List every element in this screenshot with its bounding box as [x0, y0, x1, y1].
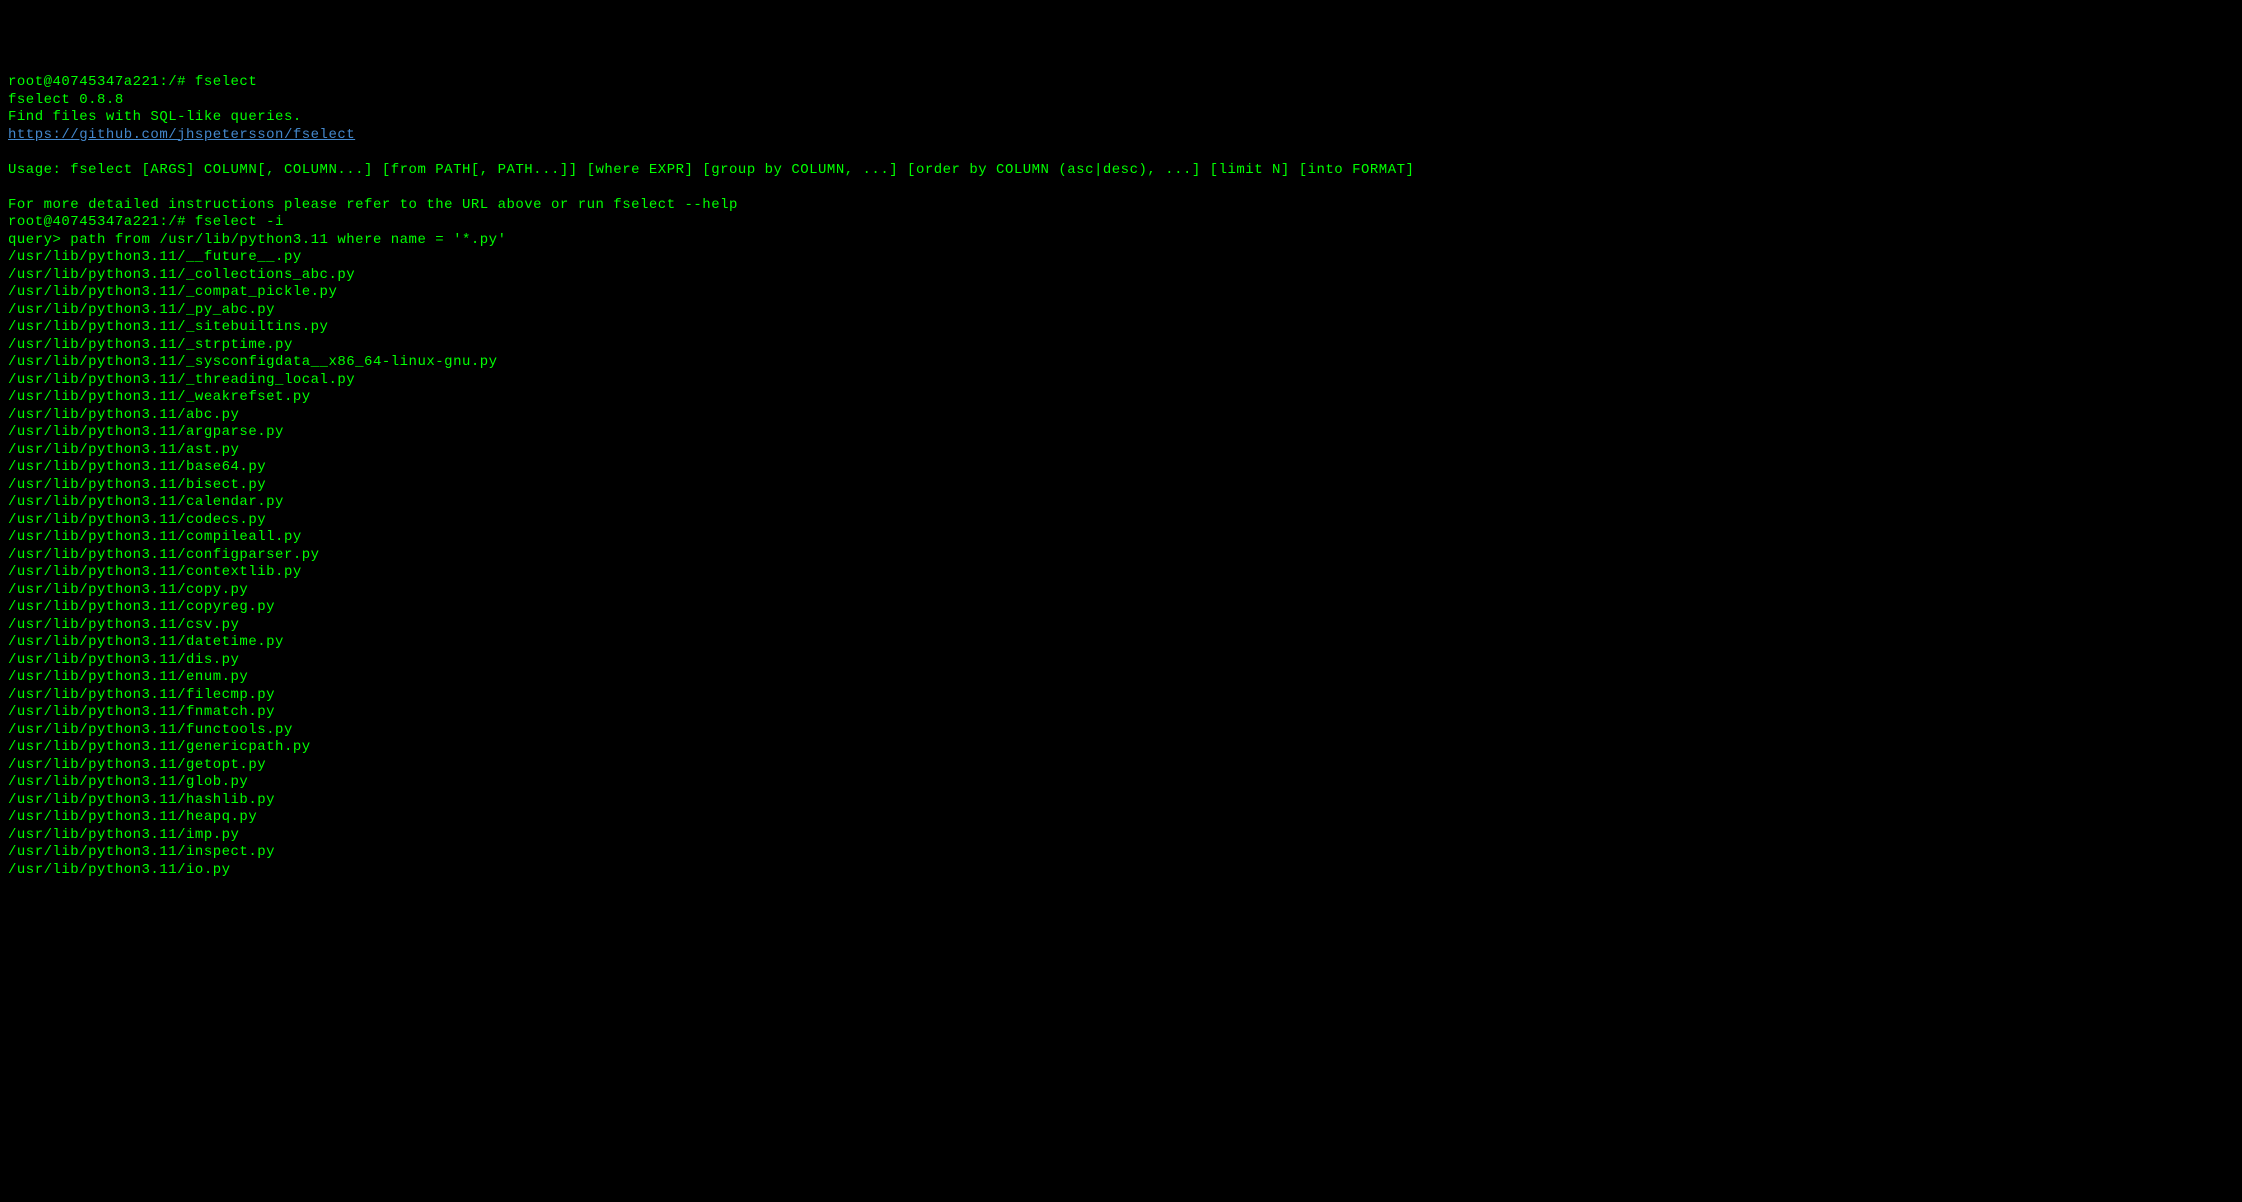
terminal-line: /usr/lib/python3.11/inspect.py: [8, 844, 2234, 862]
terminal-line: /usr/lib/python3.11/genericpath.py: [8, 739, 2234, 757]
terminal-line: /usr/lib/python3.11/codecs.py: [8, 512, 2234, 530]
terminal-line: /usr/lib/python3.11/datetime.py: [8, 634, 2234, 652]
terminal-line: root@40745347a221:/# fselect -i: [8, 214, 2234, 232]
terminal-line: /usr/lib/python3.11/dis.py: [8, 652, 2234, 670]
terminal-line: /usr/lib/python3.11/_threading_local.py: [8, 372, 2234, 390]
terminal-line: /usr/lib/python3.11/imp.py: [8, 827, 2234, 845]
terminal-line: /usr/lib/python3.11/configparser.py: [8, 547, 2234, 565]
terminal-line: /usr/lib/python3.11/copyreg.py: [8, 599, 2234, 617]
terminal-line: /usr/lib/python3.11/_strptime.py: [8, 337, 2234, 355]
terminal-line: /usr/lib/python3.11/bisect.py: [8, 477, 2234, 495]
terminal-line: /usr/lib/python3.11/io.py: [8, 862, 2234, 880]
terminal-line: fselect 0.8.8: [8, 92, 2234, 110]
terminal-line: /usr/lib/python3.11/getopt.py: [8, 757, 2234, 775]
terminal-line: /usr/lib/python3.11/calendar.py: [8, 494, 2234, 512]
github-link[interactable]: https://github.com/jhspetersson/fselect: [8, 127, 355, 143]
terminal-line: /usr/lib/python3.11/_sysconfigdata__x86_…: [8, 354, 2234, 372]
terminal-line: /usr/lib/python3.11/hashlib.py: [8, 792, 2234, 810]
terminal-line: /usr/lib/python3.11/heapq.py: [8, 809, 2234, 827]
terminal-line: /usr/lib/python3.11/fnmatch.py: [8, 704, 2234, 722]
terminal-line: /usr/lib/python3.11/compileall.py: [8, 529, 2234, 547]
terminal-line: /usr/lib/python3.11/copy.py: [8, 582, 2234, 600]
terminal-line: /usr/lib/python3.11/_collections_abc.py: [8, 267, 2234, 285]
terminal-line: /usr/lib/python3.11/filecmp.py: [8, 687, 2234, 705]
terminal-line: /usr/lib/python3.11/contextlib.py: [8, 564, 2234, 582]
terminal-line: /usr/lib/python3.11/enum.py: [8, 669, 2234, 687]
terminal-line: /usr/lib/python3.11/_sitebuiltins.py: [8, 319, 2234, 337]
terminal-output[interactable]: root@40745347a221:/# fselectfselect 0.8.…: [8, 74, 2234, 879]
terminal-line: /usr/lib/python3.11/_weakrefset.py: [8, 389, 2234, 407]
empty-line: [8, 179, 2234, 197]
terminal-line: Usage: fselect [ARGS] COLUMN[, COLUMN...…: [8, 162, 2234, 180]
terminal-line: /usr/lib/python3.11/_py_abc.py: [8, 302, 2234, 320]
terminal-line: query> path from /usr/lib/python3.11 whe…: [8, 232, 2234, 250]
terminal-line: /usr/lib/python3.11/__future__.py: [8, 249, 2234, 267]
terminal-line: /usr/lib/python3.11/glob.py: [8, 774, 2234, 792]
terminal-line: /usr/lib/python3.11/ast.py: [8, 442, 2234, 460]
empty-line: [8, 144, 2234, 162]
terminal-line: /usr/lib/python3.11/argparse.py: [8, 424, 2234, 442]
terminal-line: https://github.com/jhspetersson/fselect: [8, 127, 2234, 145]
terminal-line: /usr/lib/python3.11/base64.py: [8, 459, 2234, 477]
terminal-line: /usr/lib/python3.11/csv.py: [8, 617, 2234, 635]
terminal-line: Find files with SQL-like queries.: [8, 109, 2234, 127]
terminal-line: root@40745347a221:/# fselect: [8, 74, 2234, 92]
terminal-line: /usr/lib/python3.11/abc.py: [8, 407, 2234, 425]
terminal-line: For more detailed instructions please re…: [8, 197, 2234, 215]
terminal-line: /usr/lib/python3.11/_compat_pickle.py: [8, 284, 2234, 302]
terminal-line: /usr/lib/python3.11/functools.py: [8, 722, 2234, 740]
